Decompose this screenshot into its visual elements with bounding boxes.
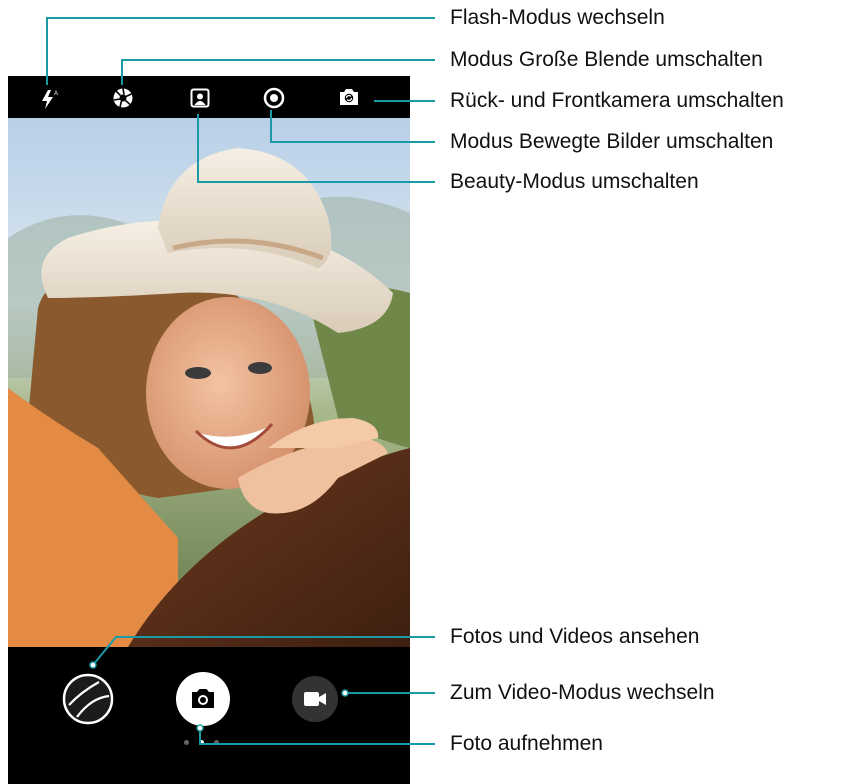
leader-dot-video-mode (341, 689, 349, 697)
callout-moving-picture-label: Modus Bewegte Bilder umschalten (450, 130, 774, 153)
leader-dot-take-photo (196, 724, 204, 732)
leader-moving-picture (270, 110, 435, 143)
callout-flash-label: Flash-Modus wechseln (450, 6, 665, 29)
leader-take-photo (199, 730, 435, 745)
callout-video-mode-label: Zum Video-Modus wechseln (450, 681, 715, 704)
leader-aperture (121, 59, 435, 85)
callout-leader-lines (46, 17, 435, 745)
leader-beauty (197, 114, 435, 183)
leader-flash (46, 17, 435, 85)
callout-take-photo-label: Foto aufnehmen (450, 732, 603, 755)
leader-dot-gallery (89, 661, 97, 669)
callout-aperture-label: Modus Große Blende umschalten (450, 48, 763, 71)
callout-gallery-label: Fotos und Videos ansehen (450, 625, 700, 648)
callout-beauty-label: Beauty-Modus umschalten (450, 170, 699, 193)
leader-gallery (92, 636, 435, 666)
callout-switch-camera-label: Rück- und Frontkamera umschalten (450, 89, 784, 112)
